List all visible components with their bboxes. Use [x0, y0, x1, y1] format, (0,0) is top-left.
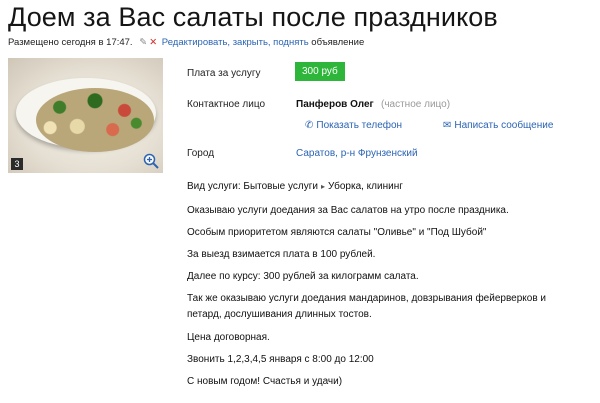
close-icon[interactable]: ✕ — [149, 37, 157, 48]
manage-listing-suffix: объявление — [311, 37, 365, 48]
write-message-label: Написать сообщение — [454, 120, 554, 131]
city-label: Город — [187, 148, 215, 159]
description-line: Звонить 1,2,3,4,5 января с 8:00 до 12:00 — [187, 354, 374, 365]
contact-label: Контактное лицо — [187, 99, 266, 110]
contact-type: (частное лицо) — [381, 99, 451, 110]
posted-meta: Размещено сегодня в 17:47. ✎ ✕ Редактиров… — [8, 37, 364, 48]
description-line: петард, дослушивания длинных тостов. — [187, 309, 372, 320]
description-line: Особым приоритетом являются салаты "Олив… — [187, 227, 487, 238]
arrow-right-icon: ▸ — [320, 182, 325, 191]
photo-count-badge: 3 — [11, 158, 23, 170]
show-phone-button[interactable]: ✆ Показать телефон — [305, 120, 402, 131]
description-line: С новым годом! Счастья и удачи) — [187, 376, 343, 387]
price-badge: 300 руб — [295, 62, 345, 81]
manage-listing-link[interactable]: Редактировать, закрыть, поднять — [162, 37, 309, 48]
magnifier-plus-icon[interactable] — [143, 153, 159, 169]
posted-date: Размещено сегодня в 17:47. — [8, 37, 133, 48]
service-category: Бытовые услуги — [243, 181, 318, 192]
write-message-button[interactable]: ✉ Написать сообщение — [443, 120, 553, 131]
listing-photo[interactable]: 3 — [8, 58, 163, 173]
service-prefix: Вид услуги: — [187, 181, 241, 192]
description-line: Далее по курсу: 300 рублей за килограмм … — [187, 271, 419, 282]
envelope-icon: ✉ — [443, 120, 452, 131]
description-line: Так же оказываю услуги доедания мандарин… — [187, 293, 546, 304]
plate-image — [16, 78, 156, 152]
description-line: За выезд взимается плата в 100 рублей. — [187, 249, 376, 260]
description-line: Оказываю услуги доедания за Вас салатов … — [187, 205, 509, 216]
show-phone-label: Показать телефон — [316, 120, 403, 131]
price-label: Плата за услугу — [187, 68, 261, 79]
contact-name: Панферов Олег — [296, 99, 374, 110]
service-type: Вид услуги: Бытовые услуги ▸ Уборка, клини… — [187, 181, 403, 192]
salad-image — [36, 88, 154, 152]
description-line: Цена договорная. — [187, 332, 270, 343]
phone-icon: ✆ — [305, 120, 314, 131]
service-subcategory: Уборка, клининг — [327, 181, 403, 192]
page-title: Доем за Вас салаты после праздников — [8, 2, 498, 32]
city-link[interactable]: Саратов, р-н Фрунзенский — [296, 148, 418, 159]
pencil-icon[interactable]: ✎ — [139, 37, 147, 48]
